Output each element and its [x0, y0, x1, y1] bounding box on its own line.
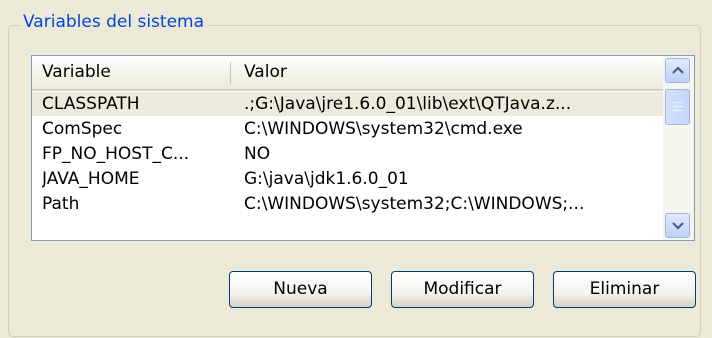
thumb-grip — [673, 102, 683, 103]
scroll-thumb[interactable] — [665, 89, 690, 125]
scroll-down-button[interactable] — [665, 213, 690, 238]
list-row-fp-no-host[interactable]: FP_NO_HOST_C... NO — [32, 142, 663, 166]
chevron-up-icon — [672, 66, 684, 74]
column-header-value[interactable]: Valor — [244, 56, 287, 89]
variables-list[interactable]: Variable Valor CLASSPATH .;G:\Java\jre1.… — [31, 55, 695, 241]
list-header: Variable Valor — [32, 56, 663, 91]
canvas: Variables del sistema Variable Valor CLA… — [0, 0, 712, 338]
row-value: .;G:\Java\jre1.6.0_01\lib\ext\QTJava.z..… — [244, 94, 572, 114]
row-value: C:\WINDOWS\system32\cmd.exe — [244, 119, 523, 139]
row-variable: CLASSPATH — [42, 94, 140, 114]
new-button[interactable]: Nueva — [229, 271, 372, 308]
row-value: NO — [244, 144, 271, 164]
thumb-grip — [673, 110, 683, 111]
row-variable: Path — [42, 194, 80, 214]
list-row-classpath[interactable]: CLASSPATH .;G:\Java\jre1.6.0_01\lib\ext\… — [32, 92, 663, 116]
scroll-up-button[interactable] — [665, 58, 690, 83]
row-variable: FP_NO_HOST_C... — [42, 144, 190, 164]
column-separator[interactable] — [230, 62, 231, 84]
edit-button[interactable]: Modificar — [391, 271, 534, 308]
row-value: C:\WINDOWS\system32;C:\WINDOWS;... — [244, 194, 585, 214]
group-title: Variables del sistema — [20, 10, 208, 34]
list-row-comspec[interactable]: ComSpec C:\WINDOWS\system32\cmd.exe — [32, 117, 663, 141]
thumb-grip — [673, 106, 683, 107]
chevron-down-icon — [672, 222, 684, 230]
row-value: G:\java\jdk1.6.0_01 — [244, 169, 409, 189]
list-row-path[interactable]: Path C:\WINDOWS\system32;C:\WINDOWS;... — [32, 192, 663, 216]
row-variable: ComSpec — [42, 119, 123, 139]
list-row-java-home[interactable]: JAVA_HOME G:\java\jdk1.6.0_01 — [32, 167, 663, 191]
column-header-variable[interactable]: Variable — [42, 56, 111, 89]
delete-button[interactable]: Eliminar — [553, 271, 696, 308]
row-variable: JAVA_HOME — [42, 169, 140, 189]
vertical-scrollbar[interactable] — [663, 56, 694, 240]
